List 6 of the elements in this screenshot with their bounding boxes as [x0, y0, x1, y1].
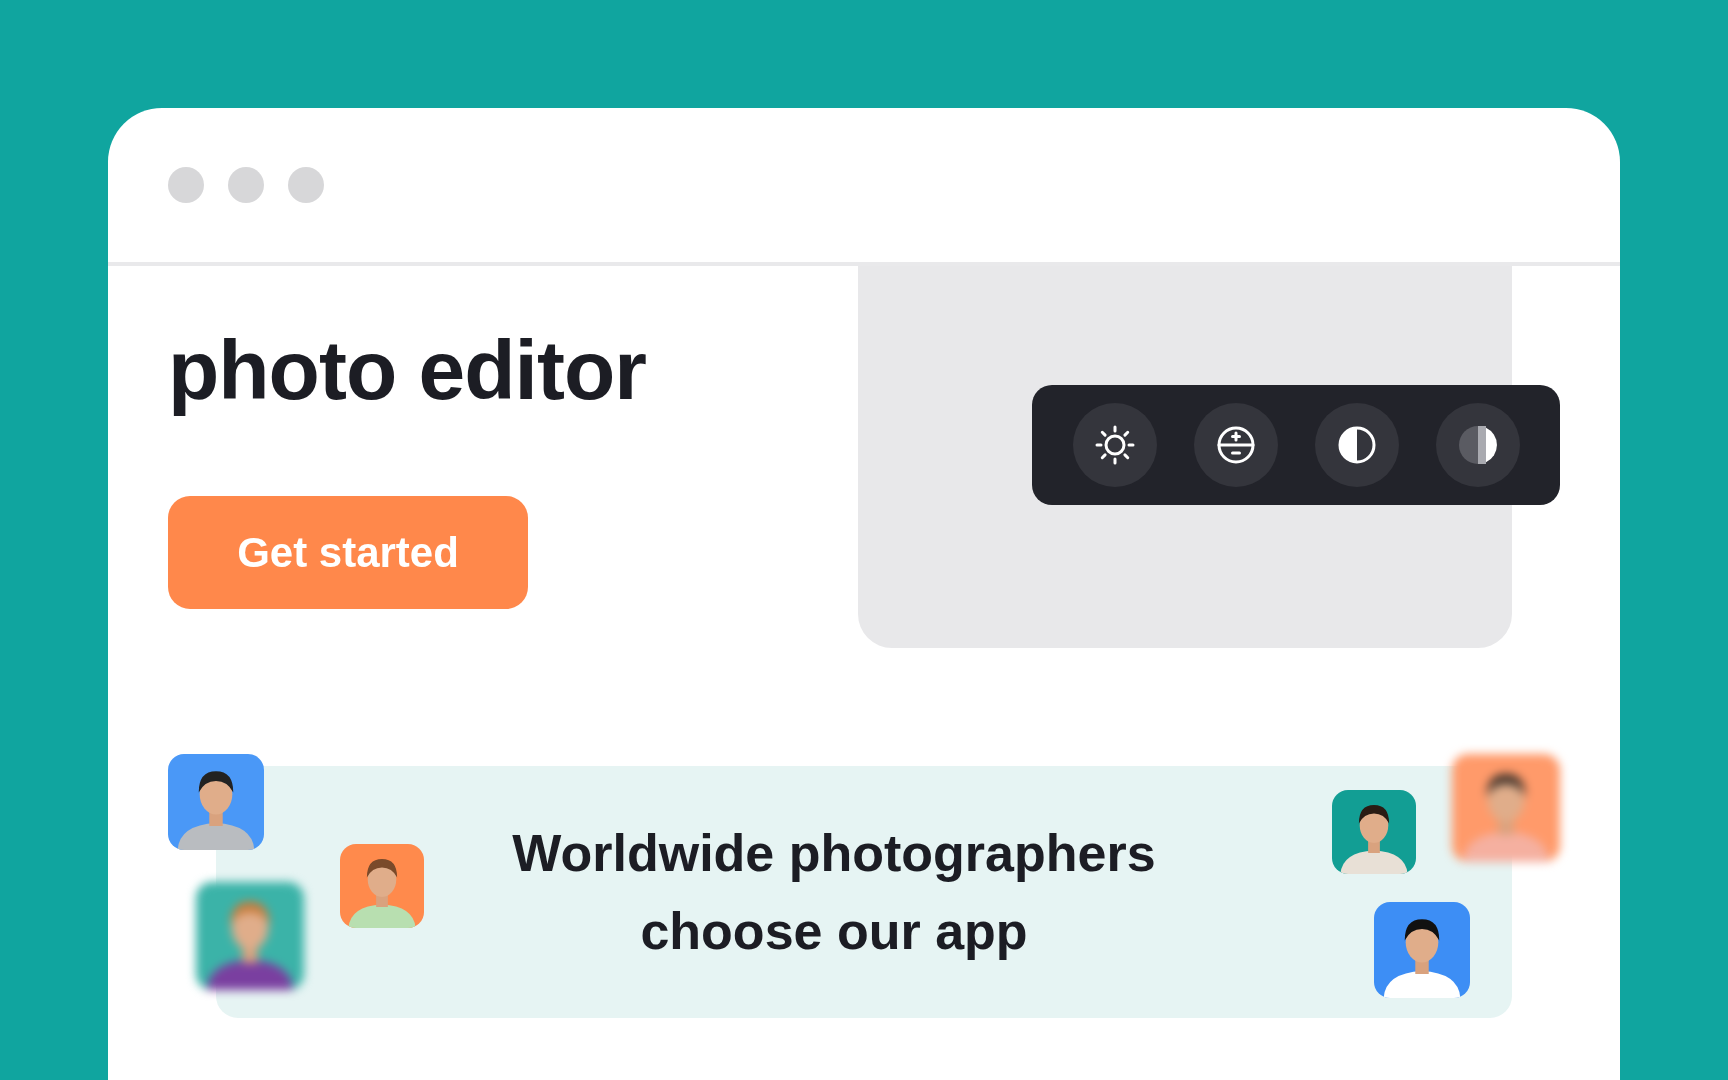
window-dot[interactable] — [288, 167, 324, 203]
window-dot[interactable] — [228, 167, 264, 203]
get-started-button[interactable]: Get started — [168, 496, 528, 609]
banner-text: Worldwide photographers choose our app — [511, 823, 1157, 962]
heading-line: photo editor — [168, 322, 647, 419]
window-dot[interactable] — [168, 167, 204, 203]
